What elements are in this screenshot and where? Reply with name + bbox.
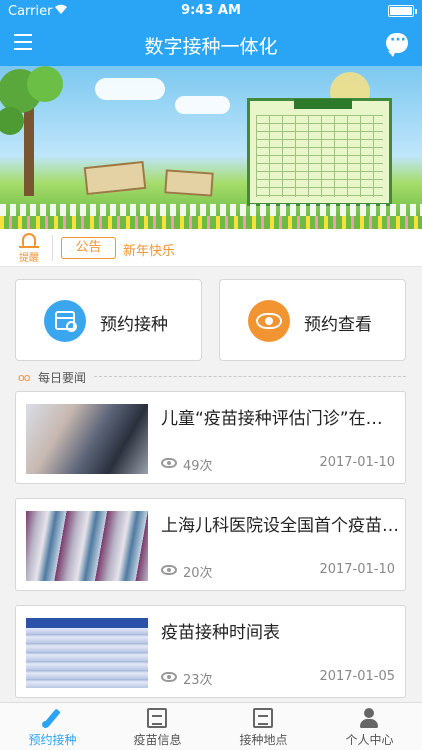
book-vaccination-button[interactable]: 预约接种 (15, 279, 202, 361)
cloud-decoration (95, 78, 165, 100)
news-thumbnail (26, 404, 148, 474)
battery-icon (388, 5, 417, 17)
glasses-icon: oo (18, 371, 31, 384)
news-section-header: oo 每日要闻 (18, 368, 406, 386)
tab-book-vaccination[interactable]: 预约接种 (0, 703, 105, 750)
divider (52, 235, 53, 261)
news-date: 2017-01-10 (319, 562, 395, 577)
schedule-board-header (294, 99, 352, 109)
view-appointment-label: 预约查看 (304, 315, 372, 335)
dashed-divider (94, 376, 406, 377)
tab-label: 预约接种 (28, 733, 77, 747)
news-views: 20次 (183, 566, 213, 581)
news-date: 2017-01-05 (319, 669, 395, 684)
notice-board-sign (83, 160, 147, 196)
syringe-icon (42, 708, 62, 728)
document-icon (147, 708, 167, 728)
tree-illustration (0, 66, 63, 196)
banner-image[interactable] (0, 66, 422, 229)
eye-icon (248, 300, 290, 342)
news-item[interactable]: 儿童“疫苗接种评估门诊”在北京多家医院开诊 49次 2017-01-10 (15, 391, 406, 484)
tab-vaccination-sites[interactable]: 接种地点 (211, 703, 316, 750)
document-icon (253, 708, 273, 728)
nav-bar: 数字接种一体化 (0, 22, 422, 66)
status-bar: Carrier 9:43 AM (0, 0, 422, 22)
person-icon (359, 708, 379, 728)
news-title: 儿童“疫苗接种评估门诊”在北京多家医院开诊 (161, 409, 399, 429)
views-eye-icon (161, 565, 177, 575)
cloud-decoration (175, 96, 230, 114)
tab-vaccine-info[interactable]: 疫苗信息 (105, 703, 210, 750)
tab-label: 接种地点 (239, 733, 288, 747)
views-eye-icon (161, 672, 177, 682)
news-views: 49次 (183, 459, 213, 474)
view-appointment-button[interactable]: 预约查看 (219, 279, 406, 361)
chat-bubble-icon[interactable] (386, 32, 408, 57)
tab-label: 个人中心 (345, 733, 394, 747)
news-thumbnail (26, 618, 148, 688)
views-eye-icon (161, 458, 177, 468)
schedule-board (247, 98, 392, 206)
book-vaccination-label: 预约接种 (100, 315, 168, 335)
status-time: 9:43 AM (181, 3, 241, 18)
notice-bar[interactable]: 提醒 公告 新年快乐 (0, 229, 422, 267)
tab-label: 疫苗信息 (133, 733, 182, 747)
news-title: 疫苗接种时间表 (161, 623, 280, 643)
calendar-clock-icon (44, 300, 86, 342)
reminder-button[interactable]: 提醒 (14, 233, 44, 264)
news-views: 23次 (183, 673, 213, 688)
tab-bar: 预约接种 疫苗信息 接种地点 个人中心 (0, 702, 422, 750)
reminder-label: 提醒 (19, 253, 39, 264)
news-section-title: 每日要闻 (38, 371, 87, 385)
tab-profile[interactable]: 个人中心 (317, 703, 422, 750)
flowers-decoration (0, 216, 422, 229)
news-date: 2017-01-10 (319, 455, 395, 470)
announcement-text[interactable]: 新年快乐 (123, 240, 175, 259)
news-item[interactable]: 疫苗接种时间表 23次 2017-01-05 (15, 605, 406, 698)
announcement-tag: 公告 (61, 237, 116, 259)
wooden-sign (164, 169, 214, 197)
news-title: 上海儿科医院设全国首个疫苗评估门诊 (161, 516, 399, 536)
news-thumbnail (26, 511, 148, 581)
page-title: 数字接种一体化 (144, 36, 278, 58)
news-item[interactable]: 上海儿科医院设全国首个疫苗评估门诊 20次 2017-01-10 (15, 498, 406, 591)
bell-icon (19, 233, 39, 248)
